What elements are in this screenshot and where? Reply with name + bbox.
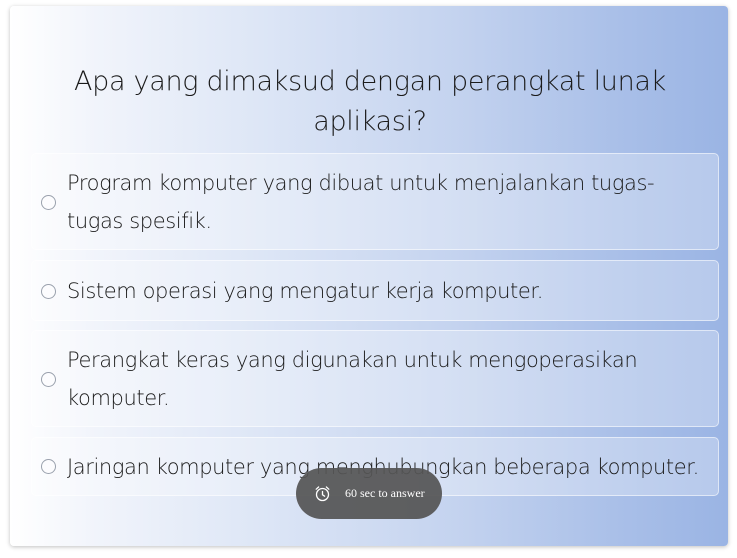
radio-button[interactable] (41, 284, 56, 299)
radio-button[interactable] (41, 372, 56, 387)
answer-option-1[interactable]: Program komputer yang dibuat untuk menja… (31, 153, 719, 250)
alarm-clock-icon (314, 485, 331, 502)
answer-option-label: Program komputer yang dibuat untuk menja… (67, 171, 655, 233)
question-text: Apa yang dimaksud dengan perangkat lunak… (74, 66, 666, 137)
radio-button[interactable] (41, 459, 56, 474)
answer-option-3[interactable]: Perangkat keras yang digunakan untuk men… (31, 330, 719, 427)
answer-timer: 60 sec to answer (296, 468, 442, 519)
answer-option-label: Sistem operasi yang mengatur kerja kompu… (67, 279, 543, 303)
answer-option-label: Perangkat keras yang digunakan untuk men… (67, 348, 638, 410)
radio-button[interactable] (41, 195, 56, 210)
answer-option-2[interactable]: Sistem operasi yang mengatur kerja kompu… (31, 260, 719, 321)
quiz-card: Apa yang dimaksud dengan perangkat lunak… (10, 6, 728, 546)
timer-text: 60 sec to answer (345, 486, 425, 500)
